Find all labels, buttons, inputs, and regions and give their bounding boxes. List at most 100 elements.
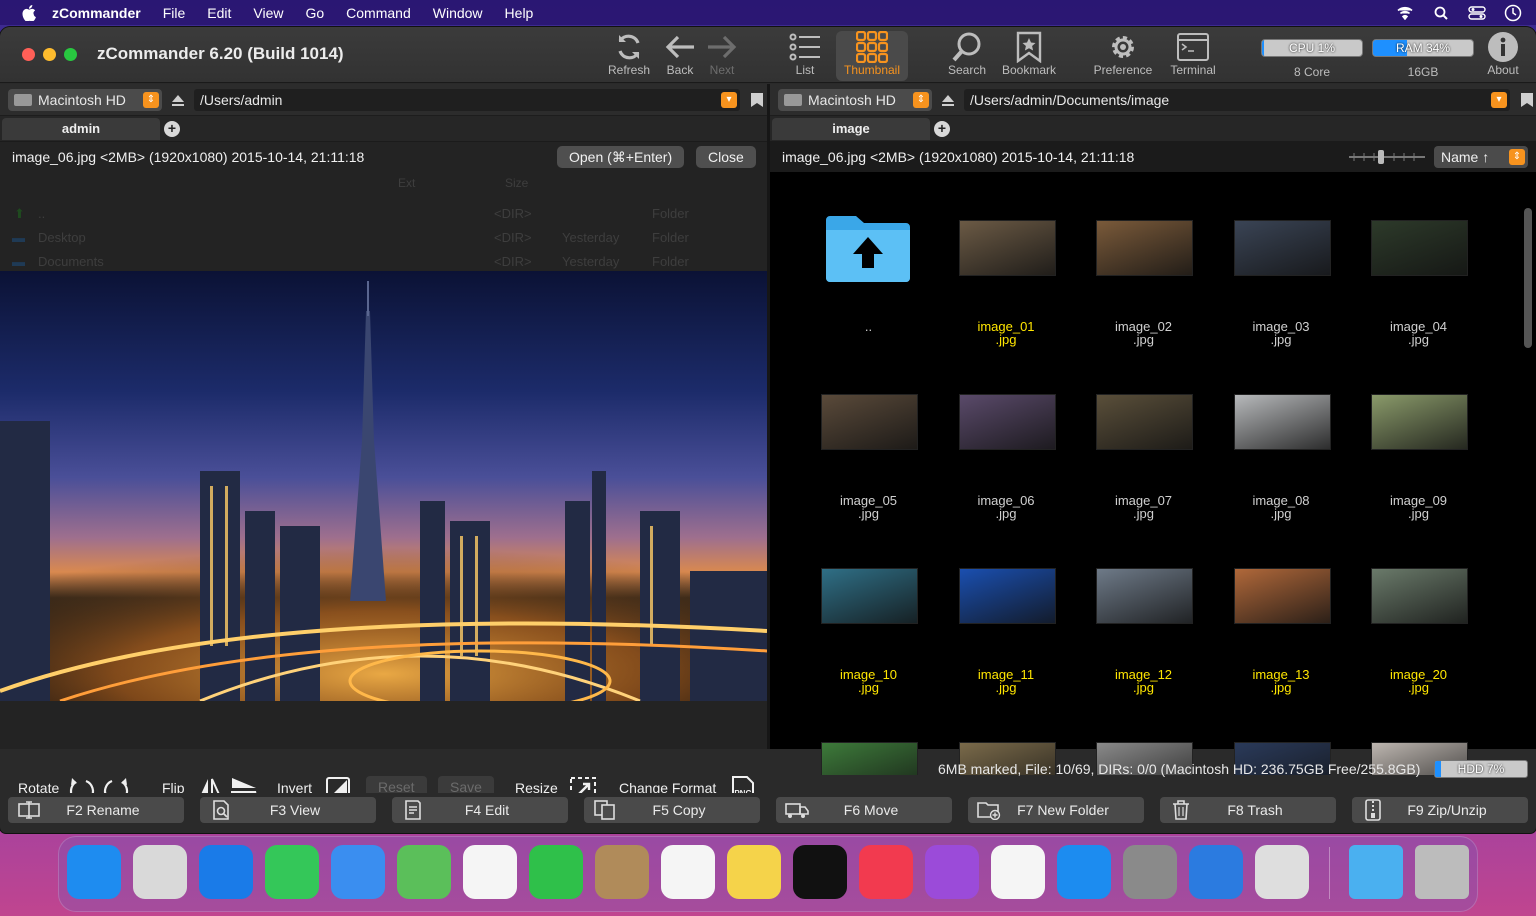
back-label: Back (666, 63, 694, 77)
menu-help[interactable]: Help (505, 5, 534, 21)
menu-app[interactable]: zCommander (52, 5, 141, 21)
city-skyline-image (0, 281, 767, 701)
thumbnail-item[interactable]: image_03 .jpg (1213, 200, 1350, 370)
parent-folder-item[interactable]: .. (800, 200, 937, 370)
dock-notes-icon[interactable] (727, 845, 781, 899)
fkey-f2-button[interactable]: F2 Rename (8, 797, 184, 823)
dock-maps-icon[interactable] (397, 845, 451, 899)
list-item[interactable]: ⬆ .. <DIR> Folder (0, 202, 767, 226)
sort-select[interactable]: Name ↑ ⇕ (1434, 146, 1528, 168)
dock-finder-icon[interactable] (67, 845, 121, 899)
dock-reminders-icon[interactable] (661, 845, 715, 899)
fkey-f8-button[interactable]: F8 Trash (1160, 797, 1336, 823)
dock-news-icon[interactable] (991, 845, 1045, 899)
grid-scrollbar[interactable] (1524, 208, 1532, 348)
thumbnail-view-button[interactable]: Thumbnail (836, 31, 908, 81)
menu-go[interactable]: Go (305, 5, 324, 21)
thumbnail-item[interactable]: image_12 .jpg (1075, 548, 1212, 718)
thumbnail-item[interactable]: image_08 .jpg (1213, 374, 1350, 544)
bookmark-button[interactable]: Bookmark (1000, 31, 1058, 81)
bookmark-label: Bookmark (1001, 63, 1057, 77)
eject-icon[interactable] (940, 92, 956, 108)
dock-facetime-icon[interactable] (529, 845, 583, 899)
terminal-button[interactable]: Terminal (1164, 31, 1222, 81)
dock-zcommander-mountain-icon[interactable] (1189, 845, 1243, 899)
dock-mail-icon[interactable] (331, 845, 385, 899)
menu-view[interactable]: View (253, 5, 283, 21)
tab-image[interactable]: image (772, 117, 930, 140)
fkey-f4-button[interactable]: F4 Edit (392, 797, 568, 823)
fkey-f5-button[interactable]: F5 Copy (584, 797, 760, 823)
dock-apple-tv-icon[interactable] (793, 845, 847, 899)
dock-music-icon[interactable] (859, 845, 913, 899)
eject-icon[interactable] (170, 92, 186, 108)
next-button[interactable]: Next (693, 31, 751, 81)
thumbnail-item[interactable]: image_07 .jpg (1075, 374, 1212, 544)
dock-zcommander-disk-icon[interactable] (1255, 845, 1309, 899)
thumbnail-item[interactable]: image_06 .jpg (938, 374, 1075, 544)
dock-trash-icon[interactable] (1415, 845, 1469, 899)
about-button[interactable]: About (1474, 31, 1532, 81)
image-preview[interactable] (0, 271, 767, 701)
open-button[interactable]: Open (⌘+Enter) (557, 146, 685, 168)
thumbnail-size-slider[interactable] (1348, 150, 1426, 167)
thumbnail-item[interactable]: image_04 .jpg (1350, 200, 1487, 370)
fkey-f6-button[interactable]: F6 Move (776, 797, 952, 823)
thumbnail-item[interactable]: image_11 .jpg (938, 548, 1075, 718)
fkey-f7-button[interactable]: F7 New Folder (968, 797, 1144, 823)
add-tab-icon[interactable]: + (934, 120, 950, 137)
list-item-kind: Folder (652, 254, 689, 269)
wifi-icon[interactable] (1396, 4, 1414, 22)
control-center-icon[interactable] (1468, 4, 1486, 22)
dock-safari-icon[interactable] (199, 845, 253, 899)
list-item[interactable]: ▬ Desktop <DIR> Yesterday Folder (0, 226, 767, 250)
ram-meter: RAM 34% (1372, 39, 1474, 57)
chevron-down-icon[interactable]: ▾ (1491, 91, 1507, 108)
thumbnail-item[interactable]: image_09 .jpg (1350, 374, 1487, 544)
path-bookmark-icon[interactable] (748, 91, 766, 109)
dock-folder-icon[interactable] (1349, 845, 1403, 899)
dock-contacts-icon[interactable] (595, 845, 649, 899)
thumbnail-item[interactable]: image_01 .jpg (938, 200, 1075, 370)
thumbnail-item[interactable]: image_20 .jpg (1350, 548, 1487, 718)
add-tab-icon[interactable]: + (164, 120, 180, 137)
close-window-button[interactable] (22, 48, 35, 61)
thumbnail-item[interactable]: image_10 .jpg (800, 548, 937, 718)
chevron-down-icon[interactable]: ▾ (721, 91, 737, 108)
search-button[interactable]: Search (938, 31, 996, 81)
dock-system-preferences-icon[interactable] (1123, 845, 1177, 899)
menu-edit[interactable]: Edit (207, 5, 231, 21)
preference-button[interactable]: Preference (1092, 31, 1154, 81)
dock-podcasts-icon[interactable] (925, 845, 979, 899)
thumbnail-item[interactable]: image_02 .jpg (1075, 200, 1212, 370)
menu-command[interactable]: Command (346, 5, 411, 21)
dock-launchpad-icon[interactable] (133, 845, 187, 899)
fkey-f9-button[interactable]: F9 Zip/Unzip (1352, 797, 1528, 823)
thumbnail-ext: .jpg (1270, 680, 1292, 695)
fkey-f3-button[interactable]: F3 View (200, 797, 376, 823)
menu-window[interactable]: Window (433, 5, 483, 21)
copy-icon (592, 800, 618, 820)
left-path-field[interactable]: /Users/admin ▾ (194, 88, 740, 111)
minimize-window-button[interactable] (43, 48, 56, 61)
thumbnail-item[interactable]: image_05 .jpg (800, 374, 937, 544)
list-view-button[interactable]: List (776, 31, 834, 81)
spotlight-search-icon[interactable] (1432, 4, 1450, 22)
right-volume-select[interactable]: Macintosh HD ⇕ (778, 88, 932, 111)
thumbnail-item[interactable]: image_13 .jpg (1213, 548, 1350, 718)
close-preview-button[interactable]: Close (696, 146, 756, 168)
zoom-window-button[interactable] (64, 48, 77, 61)
dock-messages-icon[interactable] (265, 845, 319, 899)
refresh-button[interactable]: Refresh (600, 31, 658, 81)
dock (58, 836, 1478, 912)
path-bookmark-icon[interactable] (1518, 91, 1536, 109)
right-path-field[interactable]: /Users/admin/Documents/image ▾ (964, 88, 1510, 111)
clock-icon[interactable] (1504, 4, 1522, 22)
left-volume-select[interactable]: Macintosh HD ⇕ (8, 88, 162, 111)
hdd-meter: HDD 7% (1434, 760, 1528, 778)
menu-file[interactable]: File (163, 5, 186, 21)
tab-admin[interactable]: admin (2, 117, 160, 140)
dock-app-store-icon[interactable] (1057, 845, 1111, 899)
apple-menu-icon[interactable] (20, 4, 38, 22)
dock-photos-icon[interactable] (463, 845, 517, 899)
